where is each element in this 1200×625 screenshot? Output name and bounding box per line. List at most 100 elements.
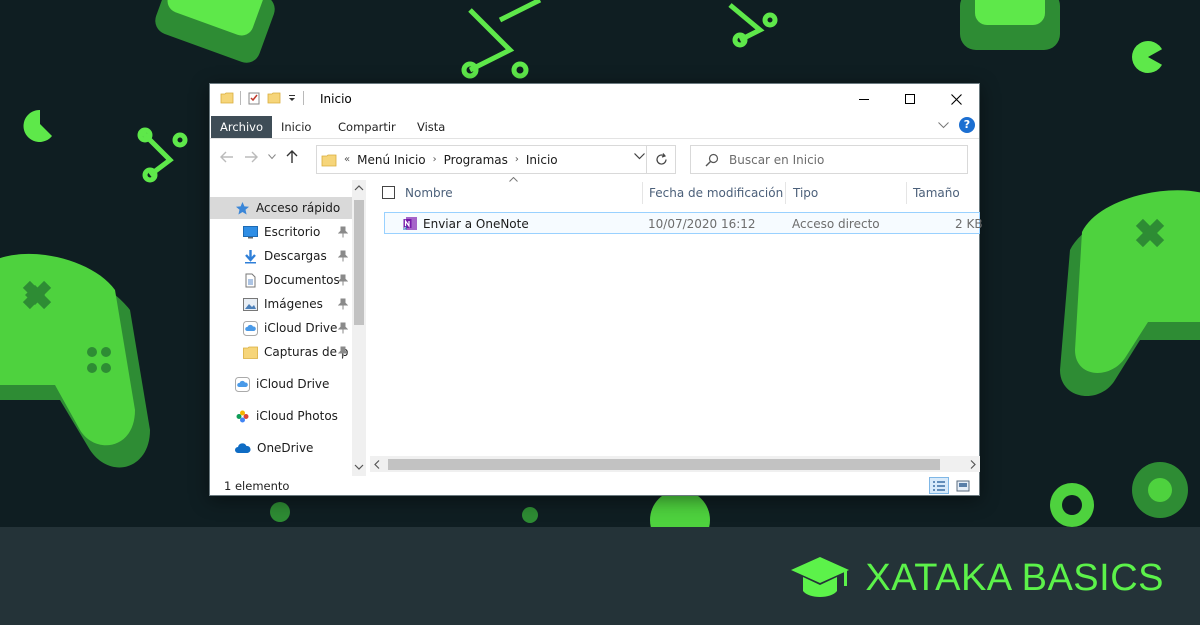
nav-item-imagenes[interactable]: Imágenes — [210, 293, 352, 315]
properties-icon[interactable] — [247, 91, 261, 105]
tab-inicio[interactable]: Inicio — [272, 116, 320, 138]
tab-vista[interactable]: Vista — [408, 116, 454, 138]
nav-item-documentos[interactable]: Documentos — [210, 269, 352, 291]
breadcrumb-overflow[interactable]: « — [344, 154, 350, 165]
window-controls — [841, 84, 979, 114]
minimize-button[interactable] — [841, 84, 887, 114]
chevron-down-icon[interactable] — [634, 153, 645, 160]
scrollbar-thumb[interactable] — [388, 459, 940, 470]
nav-pane-scrollbar[interactable] — [352, 180, 366, 476]
breadcrumb-menu-inicio[interactable]: Menú Inicio — [357, 153, 426, 167]
up-arrow-icon[interactable] — [286, 150, 298, 164]
folder-icon — [321, 154, 337, 166]
large-icons-view-button[interactable] — [953, 477, 973, 494]
scroll-down-icon[interactable] — [354, 464, 364, 470]
nav-item-icloud-drive-pinned[interactable]: iCloud Drive — [210, 317, 352, 339]
help-button[interactable]: ? — [959, 117, 975, 133]
nav-quick-access[interactable]: Acceso rápido — [210, 197, 352, 219]
icloud-drive-icon — [243, 320, 258, 336]
footer-banner: XATAKA BASICS — [0, 527, 1200, 625]
column-fecha[interactable]: Fecha de modificación — [649, 186, 783, 200]
nav-item-label: Descargas — [264, 249, 327, 263]
graduation-cap-icon — [791, 557, 850, 597]
file-size: 2 KB — [955, 217, 983, 231]
tab-archivo[interactable]: Archivo — [211, 116, 272, 138]
folder-icon — [220, 92, 234, 104]
nav-arrows — [220, 150, 298, 164]
onenote-icon — [403, 217, 417, 230]
column-nombre[interactable]: Nombre — [405, 186, 453, 200]
column-headers: Nombre Fecha de modificación Tipo Tamaño — [370, 177, 980, 206]
pin-icon — [338, 298, 348, 310]
file-name: Enviar a OneNote — [423, 217, 529, 231]
details-view-button[interactable] — [929, 477, 949, 494]
nav-item-onedrive[interactable]: OneDrive — [210, 437, 352, 459]
file-list: Nombre Fecha de modificación Tipo Tamaño… — [370, 177, 983, 476]
search-icon — [705, 153, 719, 166]
quick-access-toolbar — [220, 91, 304, 105]
scroll-right-icon[interactable] — [970, 460, 976, 469]
status-bar: 1 elemento — [210, 475, 979, 496]
search-input[interactable] — [729, 152, 949, 167]
close-button[interactable] — [933, 84, 979, 114]
tab-compartir[interactable]: Compartir — [329, 116, 405, 138]
view-switcher — [929, 477, 973, 494]
onedrive-icon — [235, 442, 251, 453]
nav-item-descargas[interactable]: Descargas — [210, 245, 352, 267]
nav-item-icloud-drive[interactable]: iCloud Drive — [210, 373, 352, 395]
forward-arrow-icon[interactable] — [244, 151, 258, 163]
nav-item-label: Imágenes — [264, 297, 323, 311]
nav-item-label: iCloud Drive — [256, 377, 330, 391]
maximize-icon — [905, 94, 915, 104]
ribbon-tabs: Archivo Inicio Compartir Vista ? — [210, 114, 979, 139]
nav-item-label: Documentos — [264, 273, 340, 287]
scroll-left-icon[interactable] — [374, 460, 380, 469]
title-bar: Inicio — [210, 84, 979, 114]
horizontal-scrollbar[interactable] — [370, 456, 980, 472]
chevron-right-icon[interactable]: › — [433, 154, 437, 165]
window-title: Inicio — [320, 92, 352, 106]
scrollbar-thumb[interactable] — [354, 200, 364, 325]
breadcrumb-programas[interactable]: Programas — [444, 153, 508, 167]
nav-quick-access-label: Acceso rápido — [256, 201, 341, 215]
column-divider[interactable] — [642, 182, 643, 204]
icloud-drive-icon — [235, 376, 250, 392]
customize-toolbar-icon[interactable] — [287, 93, 297, 103]
select-all-checkbox[interactable] — [382, 186, 395, 199]
breadcrumb: « Menú Inicio › Programas › Inicio — [317, 153, 558, 167]
star-icon — [236, 201, 249, 214]
column-divider[interactable] — [785, 182, 786, 204]
column-tipo[interactable]: Tipo — [793, 186, 818, 200]
expand-ribbon-icon[interactable] — [938, 121, 949, 129]
new-folder-icon[interactable] — [267, 91, 281, 105]
nav-item-capturas[interactable]: Capturas de p — [210, 341, 352, 363]
table-row[interactable]: Enviar a OneNote 10/07/2020 16:12 Acceso… — [384, 212, 983, 234]
refresh-icon — [655, 153, 667, 165]
breadcrumb-inicio[interactable]: Inicio — [526, 153, 558, 167]
search-box[interactable] — [690, 145, 968, 174]
maximize-button[interactable] — [887, 84, 933, 114]
refresh-button[interactable] — [646, 146, 675, 173]
nav-item-icloud-photos[interactable]: iCloud Photos — [210, 405, 352, 427]
icloud-photos-icon — [236, 410, 249, 422]
pin-icon — [338, 322, 348, 334]
pin-icon — [338, 346, 348, 358]
navigation-pane: Acceso rápido Escritorio Descargas Docum… — [210, 180, 368, 476]
chevron-right-icon[interactable]: › — [515, 154, 519, 165]
download-icon — [245, 249, 256, 263]
scroll-up-icon[interactable] — [354, 185, 364, 191]
toolbar-separator — [240, 91, 241, 105]
address-bar[interactable]: « Menú Inicio › Programas › Inicio — [316, 145, 676, 174]
recent-locations-icon[interactable] — [268, 154, 276, 160]
nav-item-escritorio[interactable]: Escritorio — [210, 221, 352, 243]
desktop-icon — [243, 225, 258, 238]
pin-icon — [338, 274, 348, 286]
nav-item-label: OneDrive — [257, 441, 314, 455]
back-arrow-icon[interactable] — [220, 151, 234, 163]
column-tamano[interactable]: Tamaño — [913, 186, 960, 200]
column-divider[interactable] — [906, 182, 907, 204]
pictures-icon — [243, 297, 258, 311]
pin-icon — [338, 226, 348, 238]
toolbar-separator — [303, 91, 304, 105]
minimize-icon — [859, 99, 869, 100]
